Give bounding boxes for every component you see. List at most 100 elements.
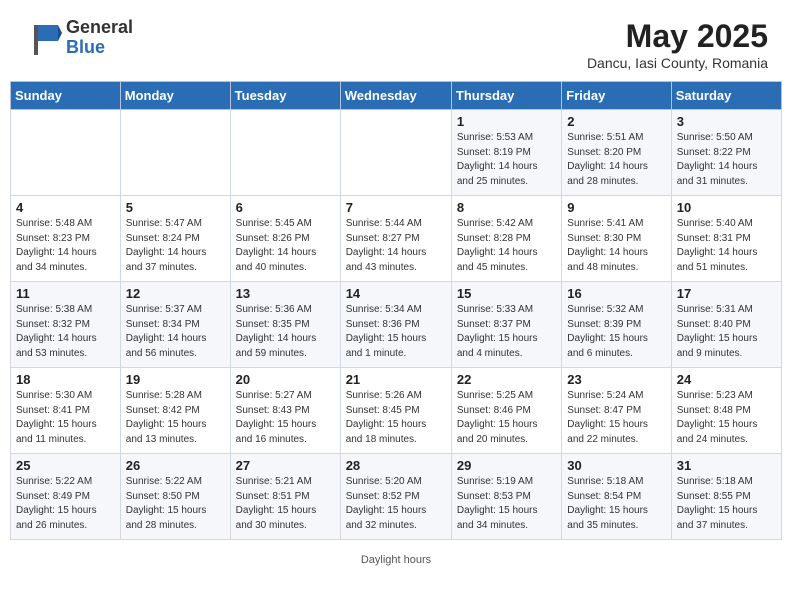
day-info: Sunrise: 5:19 AM Sunset: 8:53 PM Dayligh… bbox=[457, 475, 556, 533]
day-of-week-header: Thursday bbox=[451, 82, 561, 110]
calendar-cell: 4 Sunrise: 5:48 AM Sunset: 8:23 PM Daylig… bbox=[11, 196, 121, 282]
footer-note: Daylight hours bbox=[0, 550, 792, 572]
day-number: 15 bbox=[457, 286, 556, 301]
day-info: Sunrise: 5:34 AM Sunset: 8:36 PM Dayligh… bbox=[346, 303, 446, 361]
footer-note-text: Daylight hours bbox=[361, 554, 431, 566]
calendar-cell: 29Sunrise: 5:19 AM Sunset: 8:53 PM Dayli… bbox=[451, 454, 561, 540]
title-block: May 2025 Dancu, Iasi County, Romania bbox=[587, 18, 768, 71]
day-number: 1 bbox=[457, 114, 556, 129]
day-number: 28 bbox=[346, 458, 446, 473]
day-number: 6 bbox=[236, 200, 335, 215]
month-year: May 2025 bbox=[587, 18, 768, 55]
calendar-cell: 1 Sunrise: 5:53 AM Sunset: 8:19 PM Daylig… bbox=[451, 110, 561, 196]
location: Dancu, Iasi County, Romania bbox=[587, 55, 768, 71]
day-info: Sunrise: 5:40 AM Sunset: 8:31 PM Dayligh… bbox=[677, 217, 776, 275]
day-info: Sunrise: 5:32 AM Sunset: 8:39 PM Dayligh… bbox=[567, 303, 665, 361]
logo: General Blue bbox=[24, 18, 133, 58]
calendar-cell: 27 Sunrise: 5:21 AM Sunset: 8:51 PM Dayli… bbox=[230, 454, 340, 540]
day-number: 9 bbox=[567, 200, 665, 215]
logo-general-label: General bbox=[66, 18, 133, 38]
calendar-cell: 31 Sunrise: 5:18 AM Sunset: 8:55 PM Dayli… bbox=[671, 454, 781, 540]
day-info: Sunrise: 5:21 AM Sunset: 8:51 PM Dayligh… bbox=[236, 475, 335, 533]
calendar-cell: 17Sunrise: 5:31 AM Sunset: 8:40 PM Dayli… bbox=[671, 282, 781, 368]
day-info: Sunrise: 5:18 AM Sunset: 8:54 PM Dayligh… bbox=[567, 475, 665, 533]
day-number: 26 bbox=[126, 458, 225, 473]
day-info: Sunrise: 5:24 AM Sunset: 8:47 PM Dayligh… bbox=[567, 389, 665, 447]
calendar-cell bbox=[340, 110, 451, 196]
header: General Blue May 2025 Dancu, Iasi County… bbox=[0, 0, 792, 81]
logo-icon bbox=[24, 19, 62, 57]
calendar-cell: 11Sunrise: 5:38 AM Sunset: 8:32 PM Dayli… bbox=[11, 282, 121, 368]
day-number: 14 bbox=[346, 286, 446, 301]
day-number: 25 bbox=[16, 458, 115, 473]
calendar-week-row: 25 Sunrise: 5:22 AM Sunset: 8:49 PM Dayli… bbox=[11, 454, 782, 540]
calendar-cell: 6 Sunrise: 5:45 AM Sunset: 8:26 PM Daylig… bbox=[230, 196, 340, 282]
calendar-cell: 13Sunrise: 5:36 AM Sunset: 8:35 PM Dayli… bbox=[230, 282, 340, 368]
logo-blue-label: Blue bbox=[66, 38, 133, 58]
calendar-cell: 2Sunrise: 5:51 AM Sunset: 8:20 PM Daylig… bbox=[562, 110, 671, 196]
calendar-cell: 10Sunrise: 5:40 AM Sunset: 8:31 PM Dayli… bbox=[671, 196, 781, 282]
calendar-week-row: 11Sunrise: 5:38 AM Sunset: 8:32 PM Dayli… bbox=[11, 282, 782, 368]
day-number: 31 bbox=[677, 458, 776, 473]
calendar-table: SundayMondayTuesdayWednesdayThursdayFrid… bbox=[10, 81, 782, 540]
calendar-cell: 20Sunrise: 5:27 AM Sunset: 8:43 PM Dayli… bbox=[230, 368, 340, 454]
calendar-cell: 19 Sunrise: 5:28 AM Sunset: 8:42 PM Dayli… bbox=[120, 368, 230, 454]
calendar-cell: 16 Sunrise: 5:32 AM Sunset: 8:39 PM Dayli… bbox=[562, 282, 671, 368]
day-number: 19 bbox=[126, 372, 225, 387]
day-info: Sunrise: 5:45 AM Sunset: 8:26 PM Dayligh… bbox=[236, 217, 335, 275]
day-info: Sunrise: 5:33 AM Sunset: 8:37 PM Dayligh… bbox=[457, 303, 556, 361]
day-info: Sunrise: 5:18 AM Sunset: 8:55 PM Dayligh… bbox=[677, 475, 776, 533]
calendar-cell: 15 Sunrise: 5:33 AM Sunset: 8:37 PM Dayli… bbox=[451, 282, 561, 368]
calendar-header: SundayMondayTuesdayWednesdayThursdayFrid… bbox=[11, 82, 782, 110]
day-info: Sunrise: 5:26 AM Sunset: 8:45 PM Dayligh… bbox=[346, 389, 446, 447]
day-info: Sunrise: 5:31 AM Sunset: 8:40 PM Dayligh… bbox=[677, 303, 776, 361]
day-info: Sunrise: 5:28 AM Sunset: 8:42 PM Dayligh… bbox=[126, 389, 225, 447]
day-info: Sunrise: 5:51 AM Sunset: 8:20 PM Dayligh… bbox=[567, 131, 665, 189]
calendar-cell: 9Sunrise: 5:41 AM Sunset: 8:30 PM Daylig… bbox=[562, 196, 671, 282]
calendar-cell: 25 Sunrise: 5:22 AM Sunset: 8:49 PM Dayli… bbox=[11, 454, 121, 540]
calendar-cell bbox=[120, 110, 230, 196]
day-number: 23 bbox=[567, 372, 665, 387]
calendar-cell: 7 Sunrise: 5:44 AM Sunset: 8:27 PM Daylig… bbox=[340, 196, 451, 282]
day-info: Sunrise: 5:22 AM Sunset: 8:49 PM Dayligh… bbox=[16, 475, 115, 533]
day-info: Sunrise: 5:25 AM Sunset: 8:46 PM Dayligh… bbox=[457, 389, 556, 447]
day-number: 16 bbox=[567, 286, 665, 301]
day-info: Sunrise: 5:50 AM Sunset: 8:22 PM Dayligh… bbox=[677, 131, 776, 189]
day-of-week-header: Wednesday bbox=[340, 82, 451, 110]
calendar-cell: 30 Sunrise: 5:18 AM Sunset: 8:54 PM Dayli… bbox=[562, 454, 671, 540]
calendar-cell: 18Sunrise: 5:30 AM Sunset: 8:41 PM Dayli… bbox=[11, 368, 121, 454]
day-info: Sunrise: 5:27 AM Sunset: 8:43 PM Dayligh… bbox=[236, 389, 335, 447]
day-number: 5 bbox=[126, 200, 225, 215]
day-of-week-header: Friday bbox=[562, 82, 671, 110]
calendar-cell: 8 Sunrise: 5:42 AM Sunset: 8:28 PM Daylig… bbox=[451, 196, 561, 282]
day-info: Sunrise: 5:42 AM Sunset: 8:28 PM Dayligh… bbox=[457, 217, 556, 275]
day-info: Sunrise: 5:47 AM Sunset: 8:24 PM Dayligh… bbox=[126, 217, 225, 275]
day-number: 4 bbox=[16, 200, 115, 215]
logo-text: General Blue bbox=[66, 18, 133, 58]
calendar-cell: 5 Sunrise: 5:47 AM Sunset: 8:24 PM Daylig… bbox=[120, 196, 230, 282]
calendar-cell: 12Sunrise: 5:37 AM Sunset: 8:34 PM Dayli… bbox=[120, 282, 230, 368]
calendar-body: 1 Sunrise: 5:53 AM Sunset: 8:19 PM Daylig… bbox=[11, 110, 782, 540]
day-info: Sunrise: 5:20 AM Sunset: 8:52 PM Dayligh… bbox=[346, 475, 446, 533]
calendar-cell bbox=[230, 110, 340, 196]
calendar-cell: 24Sunrise: 5:23 AM Sunset: 8:48 PM Dayli… bbox=[671, 368, 781, 454]
day-info: Sunrise: 5:44 AM Sunset: 8:27 PM Dayligh… bbox=[346, 217, 446, 275]
day-number: 27 bbox=[236, 458, 335, 473]
header-row: SundayMondayTuesdayWednesdayThursdayFrid… bbox=[11, 82, 782, 110]
day-info: Sunrise: 5:48 AM Sunset: 8:23 PM Dayligh… bbox=[16, 217, 115, 275]
day-info: Sunrise: 5:37 AM Sunset: 8:34 PM Dayligh… bbox=[126, 303, 225, 361]
day-info: Sunrise: 5:22 AM Sunset: 8:50 PM Dayligh… bbox=[126, 475, 225, 533]
day-info: Sunrise: 5:30 AM Sunset: 8:41 PM Dayligh… bbox=[16, 389, 115, 447]
day-info: Sunrise: 5:53 AM Sunset: 8:19 PM Dayligh… bbox=[457, 131, 556, 189]
calendar-cell: 3Sunrise: 5:50 AM Sunset: 8:22 PM Daylig… bbox=[671, 110, 781, 196]
day-number: 30 bbox=[567, 458, 665, 473]
calendar-cell bbox=[11, 110, 121, 196]
calendar-cell: 22Sunrise: 5:25 AM Sunset: 8:46 PM Dayli… bbox=[451, 368, 561, 454]
calendar-week-row: 4 Sunrise: 5:48 AM Sunset: 8:23 PM Daylig… bbox=[11, 196, 782, 282]
day-info: Sunrise: 5:36 AM Sunset: 8:35 PM Dayligh… bbox=[236, 303, 335, 361]
day-of-week-header: Saturday bbox=[671, 82, 781, 110]
day-number: 7 bbox=[346, 200, 446, 215]
day-number: 8 bbox=[457, 200, 556, 215]
day-info: Sunrise: 5:38 AM Sunset: 8:32 PM Dayligh… bbox=[16, 303, 115, 361]
calendar-cell: 28 Sunrise: 5:20 AM Sunset: 8:52 PM Dayli… bbox=[340, 454, 451, 540]
